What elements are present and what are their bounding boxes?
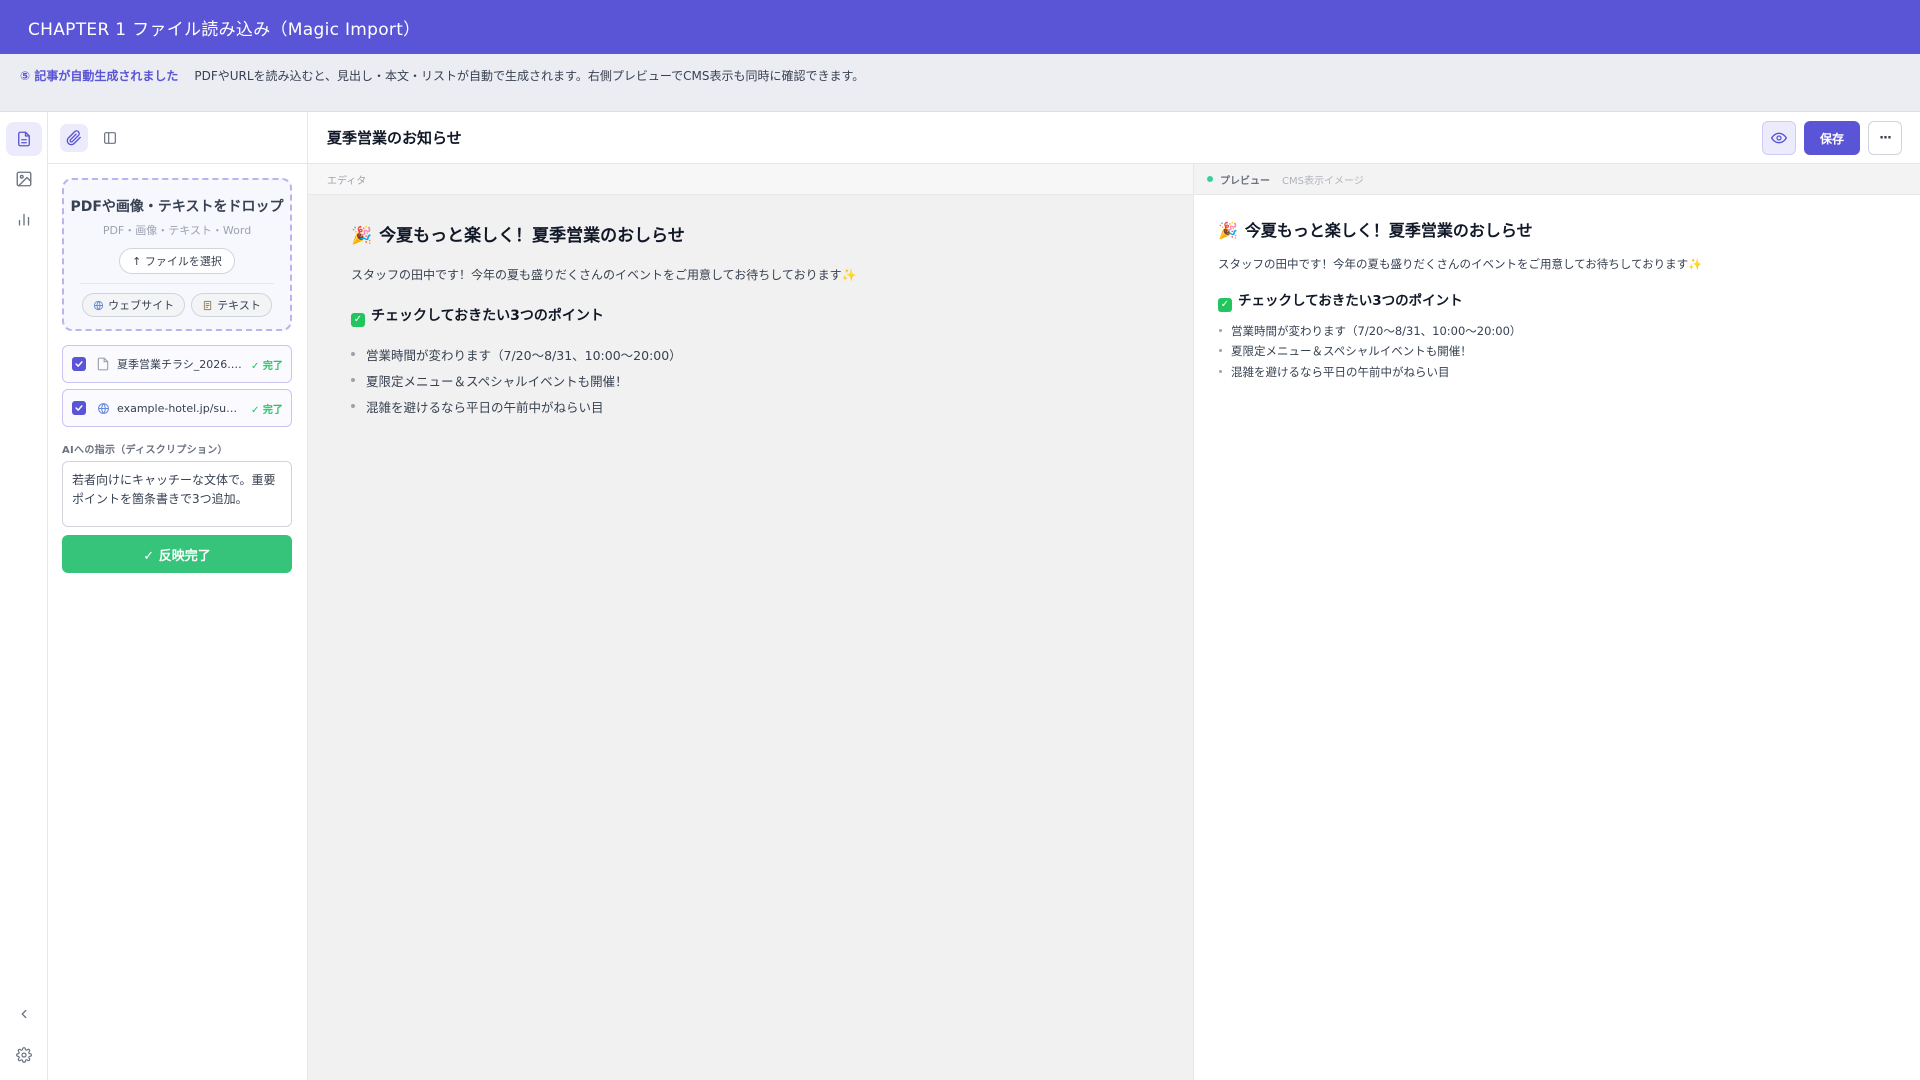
preview-heading-2: ✓ チェックしておきたい3つのポイント [1218, 289, 1920, 312]
url-name: example-hotel.jp/summer [117, 401, 243, 415]
editor-list-item[interactable]: 夏限定メニュー＆スペシャルイベントも開催！ [351, 371, 1193, 397]
dropzone-title: PDFや画像・テキストをドロップ [70, 199, 284, 215]
sparkle-icon: ✨ [1688, 257, 1703, 271]
preview-heading-2-text: チェックしておきたい3つのポイント [1238, 293, 1463, 309]
party-popper-icon: 🎉 [351, 226, 373, 246]
editor-pane[interactable]: エディタ 🎉 今夏もっと楽しく！夏季営業のおしらせ スタッフの田中です！今年の夏も… [308, 164, 1194, 1080]
preview-bullet-list: 営業時間が変わります（7/20〜8/31、10:00〜20:00） 夏限定メニュ… [1218, 323, 1920, 385]
preview-toggle-button[interactable] [1762, 121, 1796, 155]
rail-document-button[interactable] [6, 122, 42, 156]
website-import-button[interactable]: ウェブサイト [82, 293, 186, 317]
chevron-left-icon [21, 1009, 27, 1019]
more-options-button[interactable]: ··· [1868, 121, 1902, 155]
dropzone-divider [80, 283, 274, 284]
chapter-title: CHAPTER 1 ファイル読み込み（Magic Import） [28, 19, 421, 40]
step-description: PDFやURLを読み込むと、見出し・本文・リストが自動で生成されます。右側プレビ… [194, 69, 865, 83]
more-dots-icon: ··· [1879, 130, 1892, 146]
preview-list-item: 営業時間が変わります（7/20〜8/31、10:00〜20:00） [1218, 323, 1920, 344]
preview-label-bar: プレビュー CMS表示イメージ [1194, 164, 1920, 195]
editor-list-item[interactable]: 混雑を避けるなら平日の午前中がねらい目 [351, 397, 1193, 423]
preview-paragraph: スタッフの田中です！今年の夏も盛りだくさんのイベントをご用意してお待ちしておりま… [1218, 256, 1920, 272]
notepad-icon [203, 300, 212, 310]
preview-heading-1-text: 今夏もっと楽しく！夏季営業のおしらせ [1244, 221, 1533, 240]
sparkle-icon: ✨ [841, 268, 857, 282]
apply-complete-button[interactable]: ✓ 反映完了 [62, 535, 292, 573]
preview-sublabel: CMS表示イメージ [1282, 175, 1364, 187]
attach-button[interactable] [60, 123, 88, 152]
bar-chart-icon [18, 213, 30, 226]
file-name: 夏季営業チラシ_2026.pdf [117, 358, 243, 371]
imported-file-item[interactable]: 夏季営業チラシ_2026.pdf ✓ 完了 [62, 345, 292, 383]
file-dropzone[interactable]: PDFや画像・テキストをドロップ PDF・画像・テキスト・Word ↑ ファイル… [62, 178, 292, 331]
step-banner: ⑤ 記事が自動生成されました PDFやURLを読み込むと、見出し・本文・リストが… [0, 54, 1920, 112]
preview-heading-1: 🎉 今夏もっと楽しく！夏季営業のおしらせ [1218, 217, 1920, 241]
collapse-sidebar-button[interactable] [12, 1002, 36, 1026]
image-icon [16, 171, 32, 187]
preview-list-item: 夏限定メニュー＆スペシャルイベントも開催！ [1218, 343, 1920, 364]
import-panel: PDFや画像・テキストをドロップ PDF・画像・テキスト・Word ↑ ファイル… [48, 112, 308, 1080]
file-icon [95, 357, 111, 371]
imported-url-item[interactable]: example-hotel.jp/summer ✓ 完了 [62, 389, 292, 427]
editor-heading-1[interactable]: 🎉 今夏もっと楽しく！夏季営業のおしらせ [351, 221, 1193, 246]
chapter-title-bar: CHAPTER 1 ファイル読み込み（Magic Import） [0, 0, 1920, 54]
document-icon [18, 131, 30, 147]
check-mark-icon: ✓ [351, 312, 365, 327]
settings-button[interactable] [12, 1043, 36, 1067]
live-status-dot [1207, 176, 1213, 182]
editor-label: エディタ [327, 175, 367, 187]
editor-heading-1-text: 今夏もっと楽しく！夏季営業のおしらせ [379, 226, 685, 246]
preview-paragraph-text: スタッフの田中です！今年の夏も盛りだくさんのイベントをご用意してお待ちしておりま… [1218, 257, 1689, 271]
dropzone-subtitle: PDF・画像・テキスト・Word [102, 224, 252, 237]
check-icon [75, 405, 83, 411]
editor-label-bar: エディタ [308, 164, 1193, 195]
editor-heading-2-text: チェックしておきたい3つのポイント [371, 308, 604, 324]
text-import-button[interactable]: テキスト [191, 293, 272, 317]
url-status-badge: ✓ 完了 [251, 404, 283, 416]
preview-pane: プレビュー CMS表示イメージ 🎉 今夏もっと楽しく！夏季営業のおしらせ スタッフ… [1194, 164, 1920, 1080]
gear-icon [16, 1047, 32, 1063]
file-checkbox[interactable] [72, 357, 86, 371]
editor-heading-2[interactable]: ✓ チェックしておきたい3つのポイント [351, 305, 1193, 327]
ai-instruction-input[interactable]: 若者向けにキャッチーな文体で。重要ポイントを箇条書きで3つ追加。 [62, 461, 292, 527]
icon-rail [0, 112, 48, 1080]
select-file-button[interactable]: ↑ ファイルを選択 [119, 248, 235, 274]
eye-icon [1771, 132, 1787, 144]
preview-list-item: 混雑を避けるなら平日の午前中がねらい目 [1218, 364, 1920, 385]
panel-toggle-button[interactable] [96, 124, 124, 152]
rail-image-button[interactable] [6, 162, 42, 196]
preview-label: プレビュー [1220, 175, 1270, 187]
step-label: ⑤ 記事が自動生成されました [20, 69, 179, 83]
editor-paragraph[interactable]: スタッフの田中です！今年の夏も盛りだくさんのイベントをご用意してお待ちしておりま… [351, 266, 1193, 283]
text-import-label: テキスト [217, 299, 261, 312]
paperclip-icon [66, 129, 81, 145]
globe-icon [94, 300, 104, 310]
save-button[interactable]: 保存 [1804, 121, 1860, 155]
import-panel-toolbar [48, 112, 307, 164]
file-status-badge: ✓ 完了 [251, 360, 283, 372]
party-popper-icon: 🎉 [1218, 221, 1238, 240]
url-checkbox[interactable] [72, 401, 86, 415]
sidebar-panel-icon [104, 131, 116, 144]
ai-instruction-label: AIへの指示（ディスクリプション） [62, 445, 228, 456]
select-file-label: ↑ ファイルを選択 [132, 255, 222, 268]
editor-list-item[interactable]: 営業時間が変わります（7/20〜8/31、10:00〜20:00） [351, 345, 1193, 371]
check-icon [75, 361, 83, 367]
globe-icon [95, 402, 111, 415]
editor-paragraph-text: スタッフの田中です！今年の夏も盛りだくさんのイベントをご用意してお待ちしておりま… [351, 268, 842, 282]
document-title[interactable]: 夏季営業のお知らせ [327, 127, 462, 148]
check-mark-icon: ✓ [1218, 297, 1232, 312]
editor-bullet-list: 営業時間が変わります（7/20〜8/31、10:00〜20:00） 夏限定メニュ… [351, 345, 1193, 423]
document-header: 夏季営業のお知らせ 保存 ··· [308, 112, 1920, 164]
website-import-label: ウェブサイト [108, 299, 175, 312]
rail-analytics-button[interactable] [6, 202, 42, 236]
